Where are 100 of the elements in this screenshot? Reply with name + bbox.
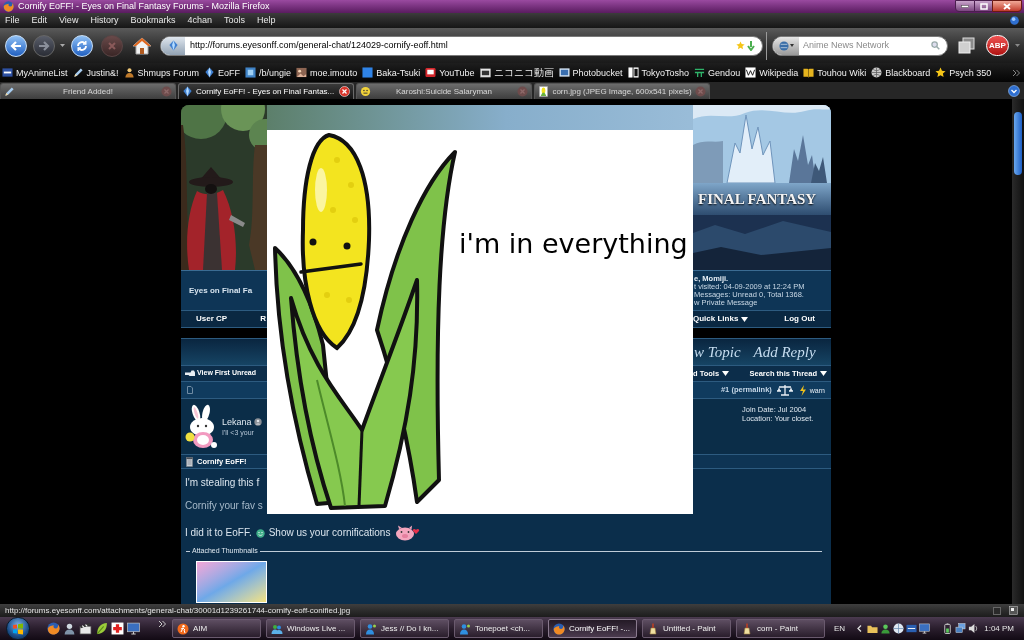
battery-icon[interactable] — [942, 623, 954, 634]
folder-icon[interactable] — [867, 623, 879, 634]
nav-link[interactable]: User CP — [196, 313, 228, 325]
bookmark-item[interactable]: Justin&! — [72, 66, 119, 79]
bookmark-item[interactable]: Blackboard — [871, 66, 931, 79]
site-identity-button[interactable] — [161, 36, 185, 55]
search-input[interactable]: Anime News Network — [803, 38, 931, 53]
menu-item[interactable]: View — [59, 15, 79, 26]
menu-item[interactable]: Tools — [223, 15, 245, 26]
menu-item[interactable]: 4chan — [187, 15, 212, 26]
reload-button[interactable] — [71, 34, 93, 57]
site-title: Eyes on Final Fa — [189, 284, 253, 297]
caret-icon — [820, 371, 827, 376]
first-aid-icon[interactable] — [111, 622, 124, 635]
search-field[interactable]: Anime News Network — [772, 35, 948, 56]
caret-icon[interactable] — [1015, 44, 1020, 47]
close-icon[interactable] — [339, 86, 350, 97]
chevron-icon[interactable] — [857, 625, 863, 632]
scales-icon[interactable] — [776, 384, 793, 396]
taskbar-button[interactable]: Untitled - Paint — [642, 619, 731, 638]
minimize-icon — [961, 4, 969, 8]
tab[interactable]: Friend Added! — [0, 83, 176, 99]
maximize-button[interactable] — [975, 0, 992, 12]
monitor-icon[interactable] — [127, 622, 140, 635]
globe-icon — [871, 67, 883, 78]
nav-link[interactable]: R — [260, 313, 266, 325]
bookmark-item[interactable]: Shmups Forum — [123, 66, 200, 79]
post-text: I did it to EoFF. — [185, 527, 252, 539]
bookmark-item[interactable]: TokyoTosho — [627, 66, 690, 79]
square-icon[interactable] — [993, 606, 1001, 615]
circle-caret-icon[interactable] — [1008, 84, 1020, 97]
scrollbar-thumb[interactable] — [1014, 112, 1022, 175]
tab[interactable]: Cornify EoFF! - Eyes on Final Fantas... — [178, 83, 354, 99]
search-engine-button[interactable] — [773, 36, 799, 55]
monitor-icon[interactable] — [919, 623, 931, 634]
nav-link[interactable]: Quick Links — [693, 313, 749, 325]
taskbar-button[interactable]: Jess // Do I kn... — [360, 619, 449, 638]
close-button[interactable] — [992, 0, 1022, 12]
tab[interactable]: corn.jpg (JPEG Image, 600x541 pixels) — [534, 83, 710, 99]
globe-icon[interactable] — [47, 622, 60, 635]
bookmark-item[interactable]: Baka-Tsuki — [362, 66, 421, 79]
home-icon[interactable] — [132, 35, 152, 56]
address-field[interactable]: http://forums.eyesonff.com/general-chat/124029-cornify-eoff.html — [160, 35, 763, 56]
address-input[interactable]: http://forums.eyesonff.com/general-chat/124029-cornify-eoff.html — [190, 38, 736, 53]
leaf-icon[interactable] — [95, 622, 108, 635]
tab[interactable]: Karoshi:Suicide Salaryman — [356, 83, 532, 99]
bookmark-item[interactable]: Photobucket — [558, 66, 623, 79]
bookmark-item[interactable]: EoFF — [204, 66, 241, 79]
taskbar-button[interactable]: AIM — [172, 619, 261, 638]
taskbar-button[interactable]: Tonepoet <ch... — [454, 619, 543, 638]
bookmark-item[interactable]: Touhou Wiki — [803, 66, 867, 79]
taskbar-button[interactable]: Cornify EoFF! -... — [548, 619, 637, 638]
menu-item[interactable]: File — [5, 15, 20, 26]
bookmark-item[interactable]: Psych 350 — [935, 66, 992, 79]
lightning-icon[interactable] — [798, 384, 807, 396]
caret-icon[interactable] — [60, 44, 65, 47]
crosshair-icon[interactable] — [893, 623, 905, 634]
bookmark-item[interactable]: Wikipedia — [745, 66, 799, 79]
thumbnail-image[interactable] — [196, 561, 267, 603]
tile-icon[interactable] — [1009, 606, 1018, 615]
bookmark-item[interactable]: YouTube — [425, 66, 475, 79]
back-button[interactable] — [5, 34, 27, 57]
taskbar-button[interactable]: corn - Paint — [736, 619, 825, 638]
language-indicator[interactable]: EN — [834, 623, 846, 634]
crystal-icon — [204, 67, 216, 78]
image-caption: i'm in everything — [459, 227, 688, 261]
nav-link[interactable]: Log Out — [784, 313, 815, 325]
network-icon[interactable] — [955, 623, 967, 634]
post-button[interactable]: w Topic — [694, 343, 741, 361]
globe-icon — [3, 1, 14, 12]
menu-item[interactable]: Bookmarks — [130, 15, 176, 26]
scrollbar[interactable] — [1012, 99, 1024, 604]
circular-arrows-icon — [76, 39, 88, 52]
person-icon[interactable] — [880, 623, 892, 634]
adblock-button[interactable]: ABP — [986, 35, 1009, 56]
double-chevron-icon[interactable] — [1013, 69, 1020, 76]
bookmark-item[interactable]: MyAnimeList — [2, 66, 68, 79]
bookmark-item[interactable]: moe.imouto — [296, 66, 358, 79]
stop-button[interactable] — [101, 34, 123, 57]
start-button[interactable] — [6, 617, 30, 640]
overlapping-squares-icon[interactable] — [958, 37, 975, 54]
forward-button[interactable] — [33, 34, 55, 57]
menu-item[interactable]: Help — [256, 15, 276, 26]
person-icon[interactable] — [63, 622, 76, 635]
speaker-icon[interactable] — [968, 623, 980, 634]
star-icon[interactable] — [736, 41, 745, 50]
notepad-icon — [186, 456, 193, 467]
menu-item[interactable]: History — [90, 15, 119, 26]
minimize-button[interactable] — [955, 0, 975, 12]
menu-item[interactable]: Edit — [31, 15, 48, 26]
taskbar-button[interactable]: Windows Live ... — [266, 619, 355, 638]
post-button[interactable]: Add Reply — [753, 343, 816, 361]
bookmark-item[interactable]: ニコニコ動画 — [479, 66, 554, 79]
clapperboard-icon[interactable] — [79, 622, 92, 635]
paintbrush-icon — [741, 622, 753, 635]
bookmark-item[interactable]: /b/ungie — [245, 66, 292, 79]
double-chevron-icon[interactable] — [159, 621, 166, 627]
bookmark-item[interactable]: Gendou — [694, 66, 741, 79]
down-arrow-icon[interactable] — [747, 40, 755, 51]
tile-icon[interactable] — [906, 623, 918, 634]
